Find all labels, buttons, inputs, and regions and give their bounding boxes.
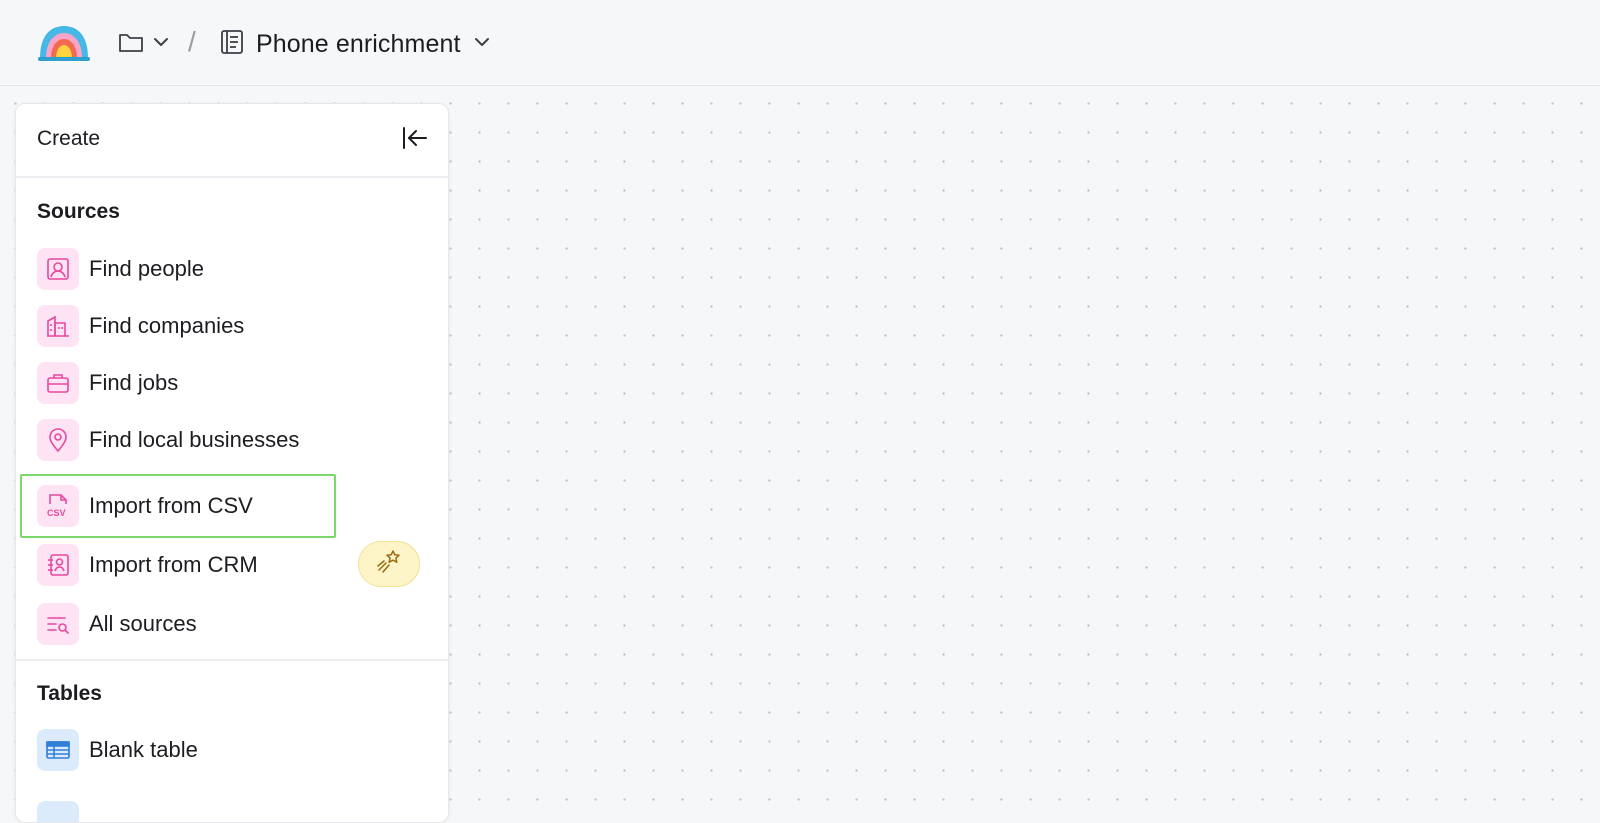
building-icon [37, 305, 79, 347]
source-find-jobs[interactable]: Find jobs [37, 361, 178, 405]
svg-text:CSV: CSV [47, 508, 66, 518]
document-icon [220, 29, 244, 60]
collapse-left-icon [401, 125, 429, 156]
item-label: All sources [89, 611, 197, 636]
source-import-from-crm[interactable]: Import from CRM [37, 543, 258, 587]
breadcrumb-separator: / [188, 26, 196, 57]
source-find-companies[interactable]: Find companies [37, 304, 244, 348]
item-label: Import from CRM [89, 552, 258, 577]
table-blank-table[interactable]: Blank table [37, 728, 198, 772]
document-title: Phone enrichment [256, 29, 461, 58]
item-label: Find people [89, 256, 204, 281]
premium-badge[interactable] [358, 541, 420, 587]
panel-title: Create [37, 127, 101, 150]
list-search-icon [37, 603, 79, 645]
source-find-local-businesses[interactable]: Find local businesses [37, 418, 299, 462]
sources-section-title: Sources [37, 200, 120, 223]
item-label: Find local businesses [89, 427, 300, 452]
person-icon [37, 248, 79, 290]
folder-dropdown[interactable] [118, 28, 170, 60]
item-label: Import from CSV [89, 493, 253, 518]
create-panel: Create Sources Find people Find companie… [15, 103, 449, 823]
item-label: Find jobs [89, 370, 179, 395]
collapse-panel-button[interactable] [399, 124, 431, 156]
source-import-from-csv[interactable]: CSV Import from CSV [37, 484, 253, 528]
section-divider [16, 659, 448, 661]
contact-book-icon [37, 544, 79, 586]
document-title-dropdown[interactable]: Phone enrichment [220, 24, 491, 64]
table-icon [37, 729, 79, 771]
csv-file-icon: CSV [37, 485, 79, 527]
shooting-star-icon [375, 548, 403, 581]
folder-icon [118, 31, 144, 58]
map-pin-icon [37, 419, 79, 461]
table-item-icon-partial[interactable] [37, 801, 79, 822]
chevron-down-icon [152, 35, 170, 53]
app-logo[interactable] [36, 22, 92, 64]
top-bar: / Phone enrichment [0, 0, 1600, 86]
item-label: Find companies [89, 313, 245, 338]
chevron-down-icon [473, 35, 491, 53]
panel-header: Create [16, 104, 448, 178]
source-find-people[interactable]: Find people [37, 247, 204, 291]
briefcase-icon [37, 362, 79, 404]
tables-section-title: Tables [37, 682, 102, 705]
item-label: Blank table [89, 737, 198, 762]
source-all-sources[interactable]: All sources [37, 602, 197, 646]
